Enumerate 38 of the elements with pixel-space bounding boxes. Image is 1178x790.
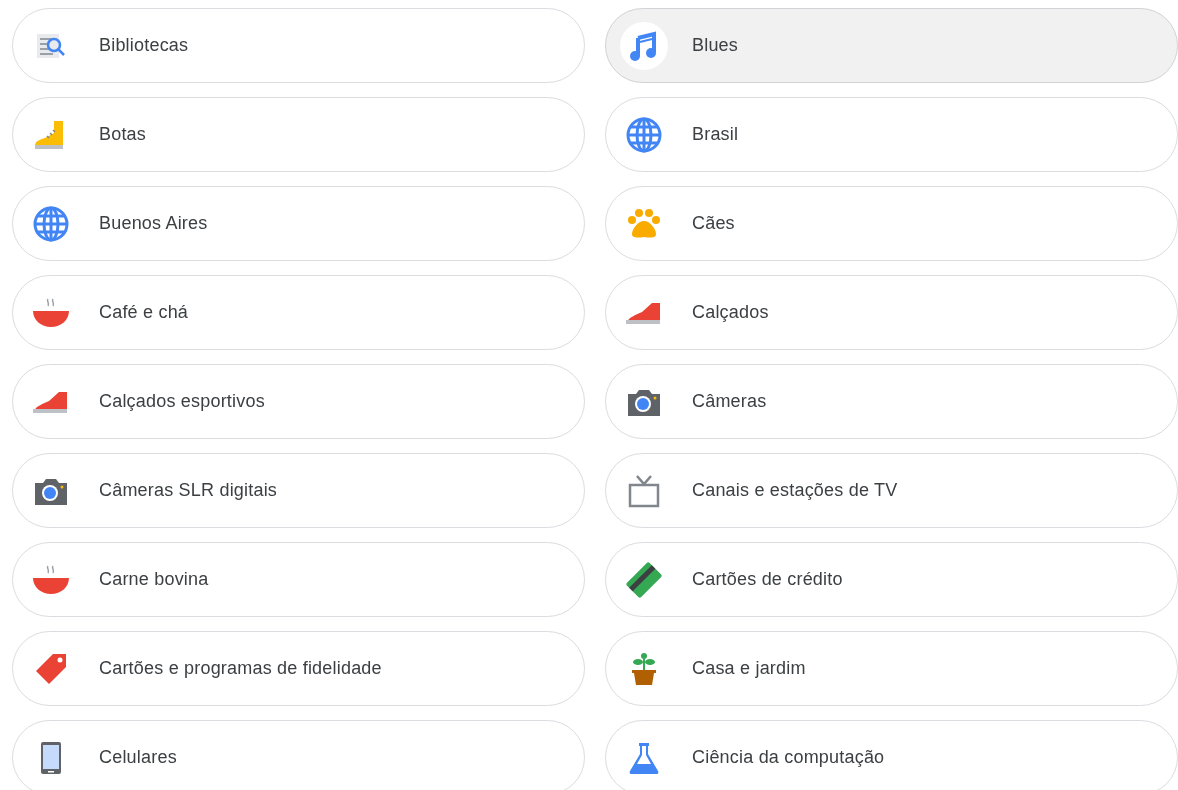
globe-icon [626, 116, 662, 153]
category-chip[interactable]: Ciência da computação [605, 720, 1178, 790]
category-chip[interactable]: Casa e jardim [605, 631, 1178, 706]
category-chip[interactable]: Cães [605, 186, 1178, 261]
category-chip[interactable]: Blues [605, 8, 1178, 83]
category-label: Calçados esportivos [99, 391, 265, 412]
category-label: Carne bovina [99, 569, 209, 590]
category-label: Cães [692, 213, 735, 234]
category-label: Câmeras SLR digitais [99, 480, 278, 501]
category-label: Calçados [692, 302, 769, 323]
category-chip[interactable]: Cartões de crédito [605, 542, 1178, 617]
category-label: Casa e jardim [692, 658, 806, 679]
category-chip[interactable]: Calçados esportivos [12, 364, 585, 439]
category-chip[interactable]: Bibliotecas [12, 8, 585, 83]
category-chip[interactable]: Câmeras [605, 364, 1178, 439]
category-label: Botas [99, 124, 147, 145]
category-label: Cartões de crédito [692, 569, 843, 590]
category-chip[interactable]: Câmeras SLR digitais [12, 453, 585, 528]
category-label: Café e chá [99, 302, 189, 323]
category-label: Câmeras [692, 391, 767, 412]
category-chip[interactable]: Brasil [605, 97, 1178, 172]
category-chip[interactable]: Carne bovina [12, 542, 585, 617]
category-label: Blues [692, 35, 739, 56]
globe-icon [33, 205, 69, 242]
category-chip[interactable]: Celulares [12, 720, 585, 790]
category-chip[interactable]: Calçados [605, 275, 1178, 350]
category-label: Ciência da computação [692, 747, 885, 768]
category-label: Cartões e programas de fidelidade [99, 658, 382, 679]
category-label: Celulares [99, 747, 177, 768]
category-chip[interactable]: Buenos Aires [12, 186, 585, 261]
category-label: Buenos Aires [99, 213, 208, 234]
category-label: Canais e estações de TV [692, 480, 898, 501]
category-chip[interactable]: Café e chá [12, 275, 585, 350]
category-chip[interactable]: Canais e estações de TV [605, 453, 1178, 528]
category-label: Bibliotecas [99, 35, 189, 56]
category-chip[interactable]: Botas [12, 97, 585, 172]
category-label: Brasil [692, 124, 739, 145]
category-chip[interactable]: Cartões e programas de fidelidade [12, 631, 585, 706]
